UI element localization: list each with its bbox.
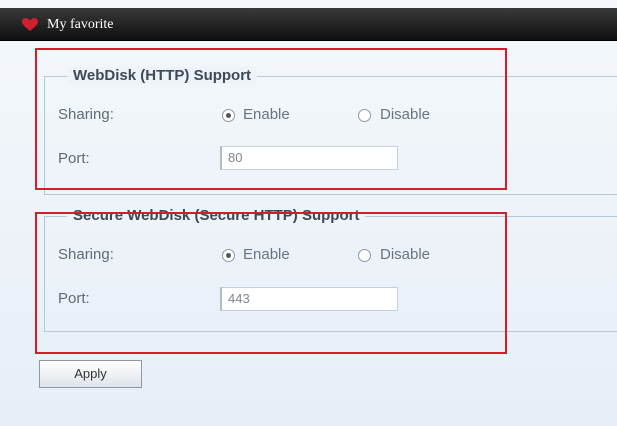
- title-bar: My favorite: [0, 8, 617, 41]
- heart-icon: [22, 18, 38, 31]
- apply-button[interactable]: Apply: [39, 360, 142, 388]
- window-title: My favorite: [47, 17, 114, 32]
- http-highlight-box: [35, 48, 507, 190]
- settings-window: My favorite WebDisk (HTTP) Support Shari…: [0, 0, 617, 426]
- https-highlight-box: [35, 212, 507, 354]
